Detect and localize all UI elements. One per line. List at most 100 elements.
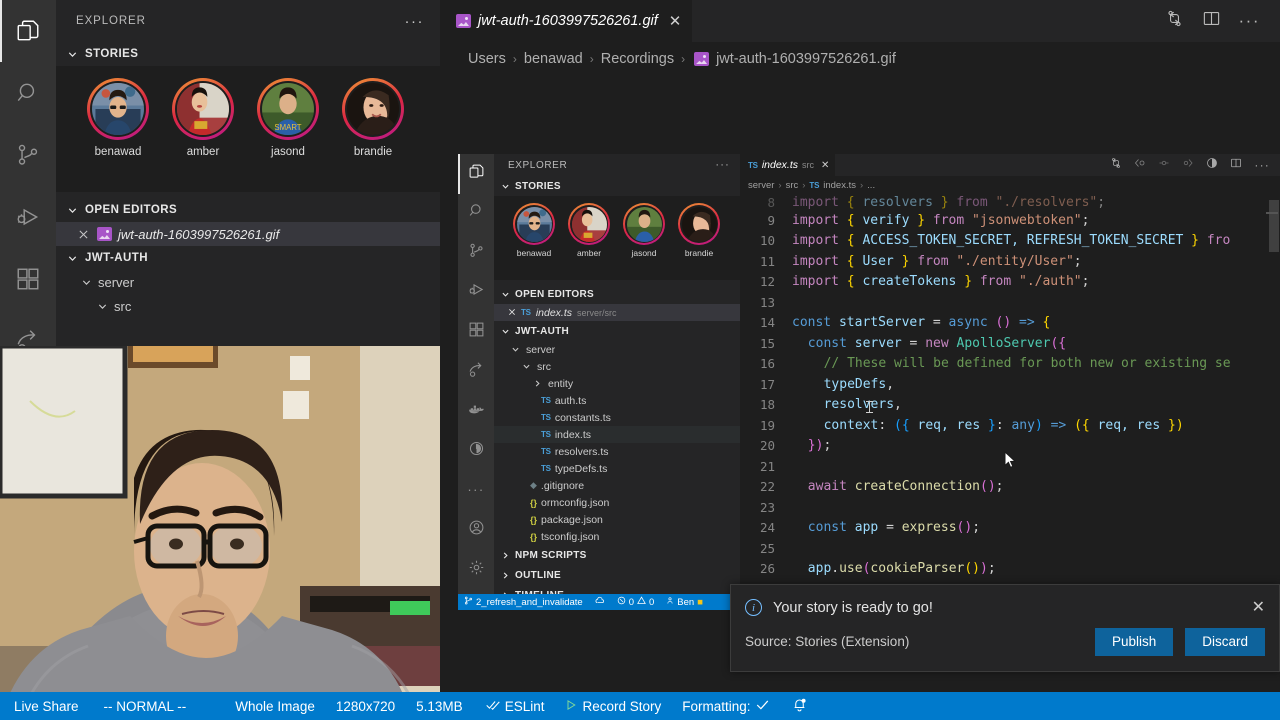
discard-button[interactable]: Discard (1185, 628, 1265, 656)
sidebar-more-actions-icon[interactable]: ··· (405, 13, 425, 30)
section-label: NPM SCRIPTS (515, 549, 587, 561)
story-item[interactable]: brandie (677, 203, 721, 258)
status-sync[interactable] (589, 594, 611, 610)
inner-section-header-stories[interactable]: STORIES (494, 176, 740, 196)
status-user[interactable]: Ben ■ (660, 594, 709, 610)
inner-sidebar-more-actions-icon[interactable]: ··· (715, 159, 730, 171)
story-item[interactable]: benawad (84, 78, 152, 158)
status-branch[interactable]: 2_refresh_and_invalidate (458, 594, 589, 610)
inner-activity-bar-item-source-control[interactable] (458, 233, 494, 273)
inner-activity-bar-item-docker[interactable] (458, 391, 494, 431)
breadcrumb-item[interactable]: ... (867, 180, 875, 191)
inner-activity-bar-item-live-share[interactable] (458, 352, 494, 392)
status-file-size: 5.13MB (404, 692, 472, 720)
go-back-icon[interactable] (1134, 156, 1146, 174)
status-whole-image[interactable]: Whole Image (211, 692, 324, 720)
tree-item-package-json[interactable]: {} package.json (494, 511, 740, 528)
inner-section-header-npm-scripts[interactable]: NPM SCRIPTS (494, 545, 740, 565)
more-actions-icon[interactable]: ··· (1239, 12, 1260, 29)
close-icon[interactable] (78, 228, 91, 241)
tree-item-server[interactable]: server (494, 341, 740, 358)
breadcrumb-item[interactable]: index.ts (823, 180, 856, 191)
tree-item-constants-ts[interactable]: TS constants.ts (494, 409, 740, 426)
activity-bar-item-source-control[interactable] (0, 124, 56, 186)
inner-activity-bar-item-explorer[interactable] (458, 154, 494, 194)
story-item[interactable]: amber (567, 203, 611, 258)
inner-activity-bar-item-more-views[interactable]: ··· (458, 471, 494, 511)
code-editor-content[interactable]: 8 import { resolvers } from "./resolvers"… (740, 194, 1280, 594)
coverage-icon[interactable] (1206, 156, 1218, 174)
publish-button[interactable]: Publish (1094, 628, 1174, 656)
status-record-story[interactable]: Record Story (553, 692, 670, 720)
avatar (571, 206, 607, 242)
status-problems[interactable]: 0 0 (611, 594, 661, 610)
tree-item-src[interactable]: src (56, 294, 440, 318)
tree-item-index-ts[interactable]: TS index.ts (494, 426, 740, 443)
inner-activity-bar-item-search[interactable] (458, 194, 494, 234)
breadcrumb-item[interactable]: Users (468, 51, 506, 67)
line-number: 26 (759, 561, 775, 577)
story-item[interactable]: benawad (512, 203, 556, 258)
story-item[interactable]: jasond (622, 203, 666, 258)
tab-jwt-auth-gif[interactable]: jwt-auth-1603997526261.gif ✕ (440, 0, 693, 42)
inner-open-editor-row[interactable]: TS index.ts server/src (494, 304, 740, 321)
story-item[interactable]: SMART jasond (254, 78, 322, 158)
code-line: 18 resolvers, (740, 395, 1280, 416)
split-layout-icon[interactable] (1230, 156, 1242, 174)
status-formatting[interactable]: Formatting: (670, 692, 777, 720)
activity-bar-item-extensions[interactable] (0, 248, 56, 310)
tree-item-entity[interactable]: entity (494, 375, 740, 392)
status-notifications[interactable] (778, 692, 816, 720)
breadcrumb-item[interactable]: jwt-auth-1603997526261.gif (716, 51, 896, 67)
notification-close-icon[interactable]: ✕ (1252, 599, 1265, 616)
activity-bar-item-run-and-debug[interactable] (0, 186, 56, 248)
gif-file-icon (97, 227, 112, 241)
tree-item-ormconfig-json[interactable]: {} ormconfig.json (494, 494, 740, 511)
story-name: brandie (353, 146, 393, 158)
inner-section-header-open-editors[interactable]: OPEN EDITORS (494, 284, 740, 304)
breadcrumb-item[interactable]: Recordings (601, 51, 674, 67)
inner-activity-bar-item-extensions[interactable] (458, 312, 494, 352)
close-icon[interactable] (508, 307, 516, 319)
story-item[interactable]: amber (169, 78, 237, 158)
section-header-open-editors[interactable]: OPEN EDITORS (56, 198, 440, 222)
inner-section-header-outline[interactable]: OUTLINE (494, 565, 740, 585)
section-header-jwt-auth[interactable]: JWT-AUTH (56, 246, 440, 270)
tree-item-gitignore[interactable]: ◆ .gitignore (494, 477, 740, 494)
tab-close-icon[interactable]: ✕ (669, 12, 682, 30)
more-actions-icon[interactable]: ··· (1254, 159, 1270, 171)
avatar (347, 83, 399, 135)
layout-icon[interactable] (1202, 9, 1221, 33)
tab-close-icon[interactable]: ✕ (821, 160, 829, 171)
tree-item-resolvers-ts[interactable]: TS resolvers.ts (494, 443, 740, 460)
status-live-share[interactable]: Live Share (0, 692, 88, 720)
play-icon (565, 699, 577, 714)
inner-activity-bar-item-manage[interactable] (458, 550, 494, 590)
activity-bar-item-search[interactable] (0, 62, 56, 124)
code-line-text: import { resolvers } from "./resolvers"; (792, 195, 1106, 210)
inner-activity-bar-item-run-and-debug[interactable] (458, 273, 494, 313)
tree-item-tsconfig-json[interactable]: {} tsconfig.json (494, 528, 740, 545)
open-editor-row[interactable]: jwt-auth-1603997526261.gif (56, 222, 440, 246)
story-item[interactable]: brandie (339, 78, 407, 158)
inner-activity-bar-item-test-explorer[interactable] (458, 431, 494, 471)
diff-prev-icon[interactable] (1158, 156, 1170, 174)
tree-item-src[interactable]: src (494, 358, 740, 375)
status-eslint[interactable]: ESLint (472, 692, 554, 720)
split-editor-icon[interactable] (1165, 9, 1184, 33)
breadcrumb-item[interactable]: benawad (524, 51, 583, 67)
section-header-stories[interactable]: STORIES (56, 42, 440, 66)
inner-tab-index-ts[interactable]: TS index.ts src ✕ (740, 154, 836, 176)
breadcrumb-item[interactable]: server (748, 180, 774, 191)
editor-scrollbar-vertical[interactable] (1269, 200, 1279, 252)
activity-bar-item-explorer[interactable] (0, 0, 56, 62)
status-vim-mode[interactable]: -- NORMAL -- (88, 692, 196, 720)
diff-next-icon[interactable] (1182, 156, 1194, 174)
tree-item-typedefs-ts[interactable]: TS typeDefs.ts (494, 460, 740, 477)
inner-activity-bar-item-accounts[interactable] (458, 510, 494, 550)
tree-item-server[interactable]: server (56, 270, 440, 294)
split-editor-icon[interactable] (1110, 156, 1122, 174)
tree-item-auth-ts[interactable]: TS auth.ts (494, 392, 740, 409)
breadcrumb-item[interactable]: src (786, 180, 799, 191)
inner-section-header-jwt-auth[interactable]: JWT-AUTH (494, 321, 740, 341)
